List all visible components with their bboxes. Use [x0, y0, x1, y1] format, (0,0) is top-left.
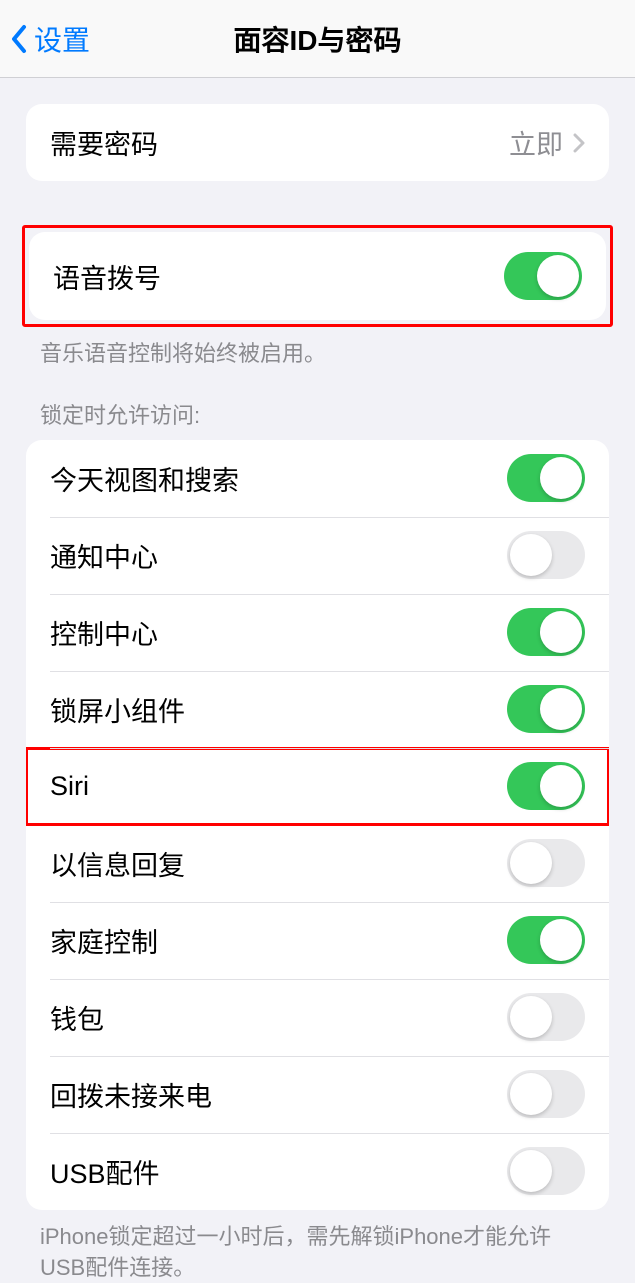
lock-access-label: 控制中心 [50, 613, 158, 652]
lock-access-toggle[interactable] [507, 762, 585, 810]
lock-access-toggle[interactable] [507, 454, 585, 502]
lock-access-toggle[interactable] [507, 1070, 585, 1118]
navigation-bar: 设置 面容ID与密码 [0, 0, 635, 78]
lock-access-group: 今天视图和搜索通知中心控制中心锁屏小组件 Siri 以信息回复家庭控制钱包回拨未接来… [26, 440, 609, 1210]
lock-access-label: 以信息回复 [50, 844, 185, 883]
lock-access-footer: iPhone锁定超过一小时后，需先解锁iPhone才能允许USB配件连接。 [0, 1210, 635, 1283]
voice-dial-footer: 音乐语音控制将始终被启用。 [0, 327, 635, 370]
voice-dial-row: 语音拨号 [29, 232, 606, 320]
require-passcode-group: 需要密码 立即 [26, 104, 609, 181]
require-passcode-label: 需要密码 [50, 123, 158, 162]
lock-access-header: 锁定时允许访问: [0, 398, 635, 440]
lock-access-row: 家庭控制 [26, 902, 609, 979]
lock-access-row: 钱包 [26, 979, 609, 1056]
lock-access-row: Siri [26, 748, 609, 825]
lock-access-row: 回拨未接来电 [26, 1056, 609, 1133]
lock-access-toggle[interactable] [507, 608, 585, 656]
lock-access-label: 锁屏小组件 [50, 690, 185, 729]
require-passcode-row[interactable]: 需要密码 立即 [26, 104, 609, 181]
voice-dial-label: 语音拨号 [53, 257, 161, 296]
page-title: 面容ID与密码 [233, 19, 401, 59]
lock-access-row: 以信息回复 [26, 825, 609, 902]
lock-access-label: 通知中心 [50, 536, 158, 575]
lock-access-label: 钱包 [50, 998, 104, 1037]
lock-access-label: 家庭控制 [50, 921, 158, 960]
voice-dial-toggle[interactable] [504, 252, 582, 300]
lock-access-row: 通知中心 [26, 517, 609, 594]
lock-access-label: USB配件 [50, 1152, 160, 1191]
lock-access-row: USB配件 [26, 1133, 609, 1210]
lock-access-toggle[interactable] [507, 531, 585, 579]
lock-access-label: 今天视图和搜索 [50, 459, 239, 498]
lock-access-row: 今天视图和搜索 [26, 440, 609, 517]
back-label: 设置 [34, 19, 90, 59]
lock-access-toggle[interactable] [507, 993, 585, 1041]
lock-access-toggle[interactable] [507, 685, 585, 733]
lock-access-toggle[interactable] [507, 839, 585, 887]
voice-dial-group: 语音拨号 [29, 232, 606, 320]
chevron-left-icon [10, 24, 28, 54]
lock-access-label: 回拨未接来电 [50, 1075, 212, 1114]
chevron-right-icon [573, 133, 585, 153]
back-button[interactable]: 设置 [10, 19, 90, 59]
require-passcode-value: 立即 [509, 123, 585, 162]
lock-access-toggle[interactable] [507, 916, 585, 964]
lock-access-row: 控制中心 [26, 594, 609, 671]
lock-access-row: 锁屏小组件 [26, 671, 609, 748]
lock-access-label: Siri [50, 771, 89, 802]
lock-access-toggle[interactable] [507, 1147, 585, 1195]
